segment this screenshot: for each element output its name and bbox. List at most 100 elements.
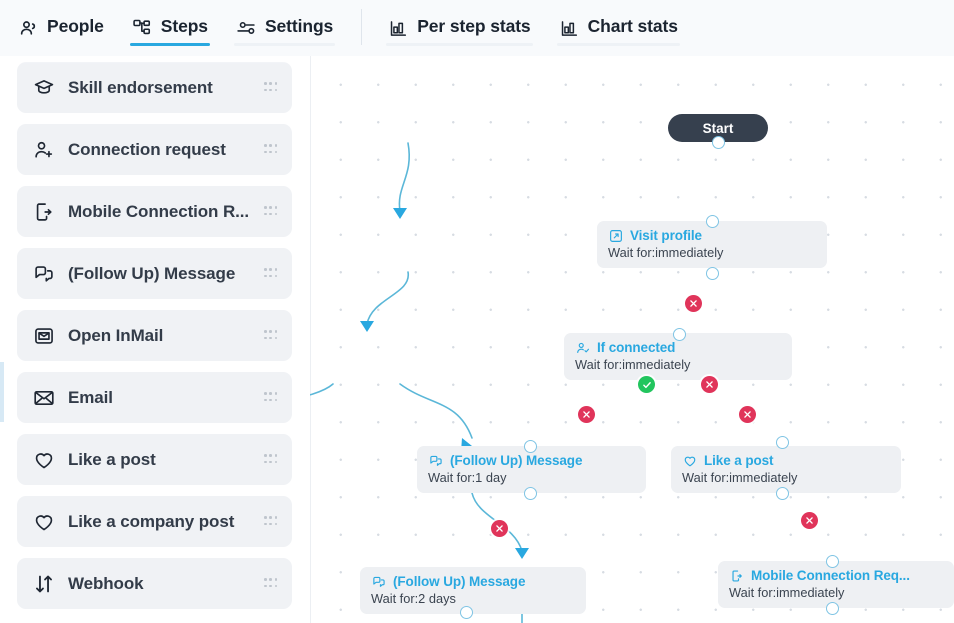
chat-bubbles-icon: [428, 453, 443, 468]
envelope-icon: [32, 386, 56, 410]
sidebar-item-like-a-post[interactable]: Like a post: [17, 434, 292, 485]
sidebar-item-label: Like a post: [68, 449, 156, 469]
tab-chart-stats-label: Chart stats: [587, 16, 678, 37]
delete-edge-badge[interactable]: [685, 295, 702, 312]
sidebar-item-label: Email: [68, 387, 113, 407]
tab-settings-underline: [233, 43, 336, 46]
if-connected-input-port[interactable]: [673, 328, 686, 341]
tab-steps-label: Steps: [160, 16, 208, 37]
tab-steps[interactable]: Steps: [118, 0, 222, 56]
failure-branch-badge[interactable]: [701, 376, 718, 393]
tab-per-step-stats[interactable]: Per step stats: [374, 0, 544, 56]
primary-tab-group: People Steps Settings: [0, 0, 347, 56]
top-tab-bar: People Steps Settings Per step stats Cha…: [0, 0, 954, 56]
mobile-connection-request-output-port[interactable]: [826, 602, 839, 615]
chat-bubbles-icon: [371, 574, 386, 589]
sidebar-item-label: Like a company post: [68, 511, 235, 531]
arrows-updown-icon: [32, 572, 56, 596]
drag-handle-icon[interactable]: [264, 392, 278, 403]
tab-people-underline: [16, 43, 106, 46]
visit-profile-input-port[interactable]: [706, 215, 719, 228]
node-title-row: (Follow Up) Message: [428, 453, 634, 468]
node-wait-text: Wait for:immediately: [729, 585, 845, 600]
mobile-connection-request-input-port[interactable]: [826, 555, 839, 568]
delete-edge-badge[interactable]: [491, 520, 508, 537]
workflow-canvas[interactable]: Start Visit profile Wait for:immediately: [310, 56, 954, 623]
sidebar-item-label: Mobile Connection R...: [68, 201, 250, 221]
like-a-post-input-port[interactable]: [776, 436, 789, 449]
follow-up-1-day-input-port[interactable]: [524, 440, 537, 453]
drag-handle-icon[interactable]: [264, 578, 278, 589]
node-wait-text: Wait for:1 day: [428, 470, 507, 485]
sliders-icon: [236, 18, 257, 39]
node-title: (Follow Up) Message: [393, 574, 526, 589]
chat-bubbles-icon: [32, 262, 56, 286]
bar-chart-icon: [559, 18, 580, 39]
drag-handle-icon[interactable]: [264, 330, 278, 341]
sidebar-item-mobile-connection-request[interactable]: Mobile Connection R...: [17, 186, 292, 237]
node-like-a-post[interactable]: Like a post Wait for:immediately: [671, 446, 901, 493]
workflow-builder-screen: People Steps Settings Per step stats Cha…: [0, 0, 954, 623]
node-title: (Follow Up) Message: [450, 453, 583, 468]
node-title: Like a post: [704, 453, 774, 468]
node-title-row: Visit profile: [608, 228, 815, 243]
secondary-tab-group: Per step stats Chart stats: [374, 0, 692, 56]
tab-per-step-stats-underline: [386, 43, 533, 46]
node-wait-text: Wait for:immediately: [575, 357, 691, 372]
sidebar-item-follow-up-message[interactable]: (Follow Up) Message: [17, 248, 292, 299]
tab-settings-label: Settings: [264, 16, 334, 37]
start-node-output-port[interactable]: [712, 136, 725, 149]
node-title: Mobile Connection Req...: [751, 568, 910, 583]
node-title: If connected: [597, 340, 676, 355]
mobile-connect-icon: [32, 200, 56, 224]
tab-steps-underline: [129, 43, 210, 46]
sidebar-item-connection-request[interactable]: Connection request: [17, 124, 292, 175]
start-node-label: Start: [702, 120, 734, 136]
visit-profile-icon: [608, 228, 623, 243]
tab-chart-stats[interactable]: Chart stats: [545, 0, 692, 56]
if-connected-icon: [575, 340, 590, 355]
visit-profile-output-port[interactable]: [706, 267, 719, 280]
sidebar-item-open-inmail[interactable]: Open InMail: [17, 310, 292, 361]
node-follow-up-message-1-day[interactable]: (Follow Up) Message Wait for:1 day: [417, 446, 646, 493]
drag-handle-icon[interactable]: [264, 454, 278, 465]
tab-people[interactable]: People: [4, 0, 118, 56]
node-title-row: Mobile Connection Req...: [729, 568, 942, 583]
steps-icon: [132, 18, 153, 39]
heart-icon: [32, 448, 56, 472]
node-title-row: Like a post: [682, 453, 889, 468]
step-library-sidebar: Skill endorsement Connection request Mob…: [0, 56, 310, 623]
sidebar-scroll-area[interactable]: Skill endorsement Connection request Mob…: [0, 56, 310, 623]
like-a-post-output-port[interactable]: [776, 487, 789, 500]
tab-people-label: People: [47, 16, 104, 37]
drag-handle-icon[interactable]: [264, 206, 278, 217]
drag-handle-icon[interactable]: [264, 268, 278, 279]
node-mobile-connection-request[interactable]: Mobile Connection Req... Wait for:immedi…: [718, 561, 954, 608]
node-wait-text: Wait for:immediately: [682, 470, 798, 485]
drag-handle-icon[interactable]: [264, 516, 278, 527]
delete-edge-badge[interactable]: [578, 406, 595, 423]
tab-settings[interactable]: Settings: [222, 0, 347, 56]
sidebar-item-email[interactable]: Email: [17, 372, 292, 423]
node-wait-text: Wait for:2 days: [371, 591, 456, 606]
sidebar-item-webhook[interactable]: Webhook: [17, 558, 292, 609]
sidebar-item-skill-endorsement[interactable]: Skill endorsement: [17, 62, 292, 113]
follow-up-2-days-output-port[interactable]: [460, 606, 473, 619]
graduation-cap-icon: [32, 76, 56, 100]
people-icon: [18, 18, 39, 39]
drag-handle-icon[interactable]: [264, 144, 278, 155]
node-title-row: (Follow Up) Message: [371, 574, 574, 589]
sidebar-item-like-a-company-post[interactable]: Like a company post: [17, 496, 292, 547]
follow-up-1-day-output-port[interactable]: [524, 487, 537, 500]
node-wait-text: Wait for:immediately: [608, 245, 724, 260]
tab-group-divider: [361, 9, 363, 45]
drag-handle-icon[interactable]: [264, 82, 278, 93]
delete-edge-badge[interactable]: [801, 512, 818, 529]
mobile-connect-icon: [729, 568, 744, 583]
success-branch-badge[interactable]: [638, 376, 655, 393]
heart-icon: [32, 510, 56, 534]
node-visit-profile[interactable]: Visit profile Wait for:immediately: [597, 221, 827, 268]
node-follow-up-message-2-days[interactable]: (Follow Up) Message Wait for:2 days: [360, 567, 586, 614]
inmail-icon: [32, 324, 56, 348]
delete-edge-badge[interactable]: [739, 406, 756, 423]
